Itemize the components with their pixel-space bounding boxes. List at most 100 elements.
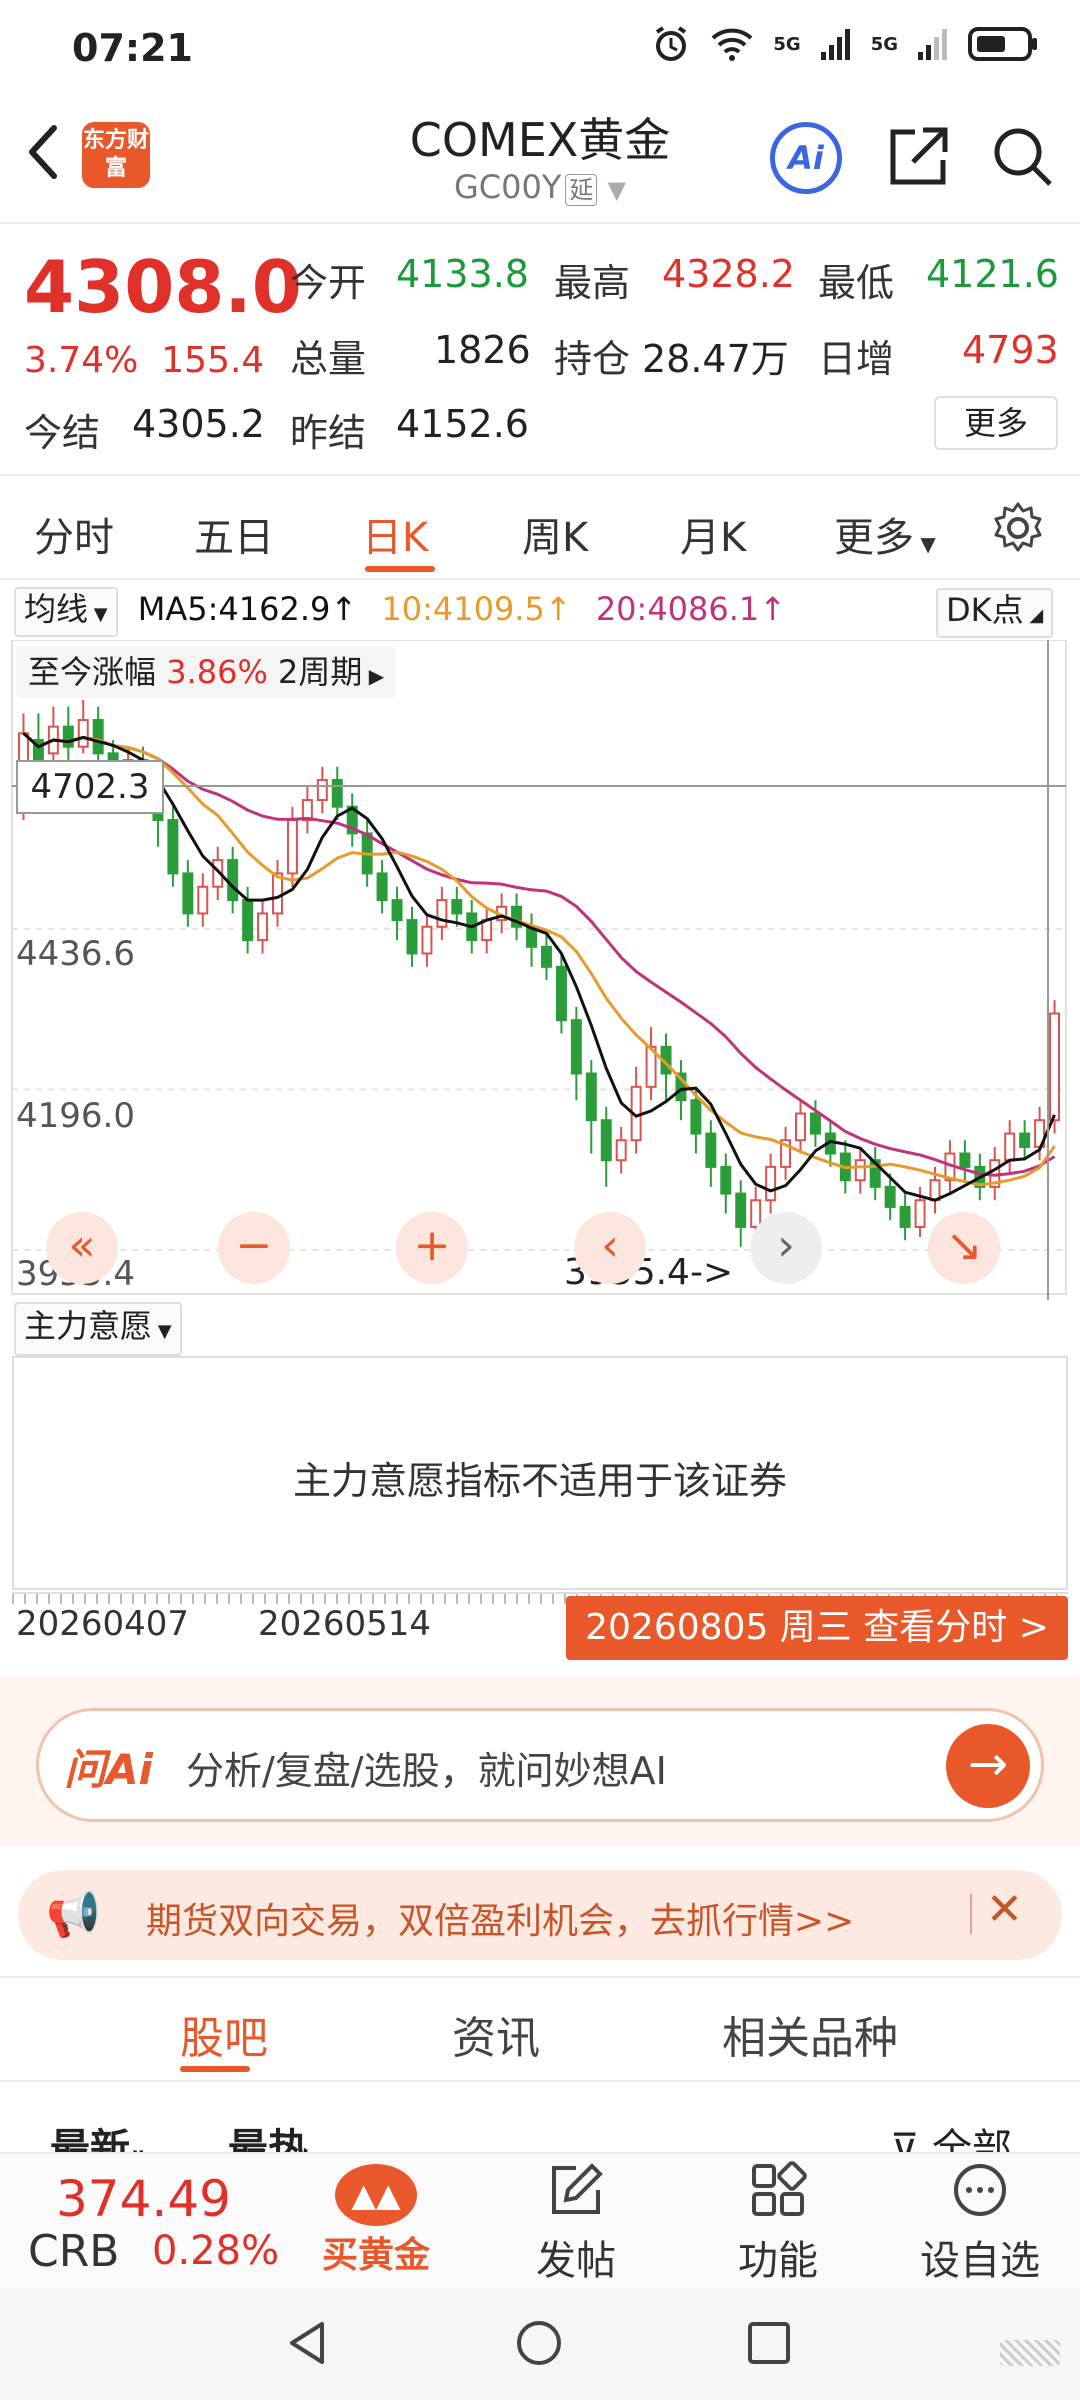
tab-daily-k[interactable]: 日K xyxy=(362,505,428,563)
crb-name[interactable]: CRB xyxy=(28,2226,119,2277)
home-circle-icon[interactable] xyxy=(514,2318,564,2368)
change-value: 155.4 xyxy=(161,340,265,381)
prev-settle-value: 4152.6 xyxy=(396,402,529,446)
candlestick-chart[interactable] xyxy=(0,640,1080,1300)
tab-more-label: 更多 xyxy=(834,515,914,561)
candle-body xyxy=(1019,1132,1031,1148)
zoom-out-button[interactable]: − xyxy=(218,1212,290,1284)
tab-news[interactable]: 资讯 xyxy=(452,2002,540,2066)
signal-5g-label: 5G xyxy=(773,33,801,55)
daily-add-value: 4793 xyxy=(962,328,1059,372)
ma20-line xyxy=(22,732,1056,1177)
candle-body xyxy=(167,819,179,875)
ma-selector[interactable]: 均线 ▼ xyxy=(14,587,118,637)
ma-row: 均线 ▼ MA5:4162.9↑ 10:4109.5↑ 20:4086.1↑ xyxy=(14,584,787,637)
back-triangle-icon[interactable] xyxy=(282,2318,332,2368)
view-intraday-badge[interactable]: 20260805 周三 查看分时 > xyxy=(566,1596,1068,1660)
candle-body xyxy=(257,912,269,942)
candle-body xyxy=(899,1205,911,1228)
section-divider xyxy=(0,1976,1080,1978)
crb-pct[interactable]: 0.28% xyxy=(152,2228,279,2274)
bottom-tab-underline xyxy=(180,2066,250,2072)
zoom-in-button[interactable]: + xyxy=(396,1212,468,1284)
candle-body xyxy=(242,899,254,942)
search-icon[interactable] xyxy=(990,124,1056,190)
contract-code-text: GC00Y xyxy=(453,168,562,206)
tab-guba[interactable]: 股吧 xyxy=(180,2002,268,2066)
tab-five-day[interactable]: 五日 xyxy=(194,505,274,563)
nav-post[interactable]: 发帖 xyxy=(506,2160,646,2286)
delay-tag: 延 xyxy=(565,174,598,206)
volume-value: 1826 xyxy=(434,328,531,372)
main-force-selector[interactable]: 主力意愿 ▼ xyxy=(14,1302,182,1356)
close-icon[interactable]: ✕ xyxy=(986,1884,1023,1935)
tab-related[interactable]: 相关品种 xyxy=(722,2002,898,2066)
candle-body xyxy=(615,1139,627,1162)
tab-monthly-k[interactable]: 月K xyxy=(680,505,746,563)
ma10-value: 10:4109.5↑ xyxy=(381,590,572,628)
ma10-line xyxy=(22,732,1056,1187)
settings-gear-icon[interactable] xyxy=(990,500,1046,556)
crb-value[interactable]: 374.49 xyxy=(56,2170,231,2228)
dk-label: DK点 xyxy=(946,591,1024,629)
ma20-value: 20:4086.1↑ xyxy=(595,590,787,628)
ai-placeholder: 分析/复盘/选股，就问妙想AI xyxy=(186,1749,667,1793)
corner-icon: ◢ xyxy=(1023,605,1044,626)
candle-body xyxy=(1049,1012,1061,1122)
tabs-divider xyxy=(0,578,1080,580)
main-force-label: 主力意愿 xyxy=(24,1307,153,1345)
bottom-tabs-divider xyxy=(0,2080,1080,2082)
nav-functions[interactable]: 功能 xyxy=(708,2160,848,2286)
candle-body xyxy=(272,872,283,915)
scroll-left-button[interactable]: ‹ xyxy=(574,1212,646,1284)
reset-button[interactable]: ↘ xyxy=(928,1212,1000,1284)
candle-body xyxy=(809,1112,821,1135)
change-pct: 3.74% xyxy=(24,340,139,381)
date-start: 20260407 xyxy=(16,1604,190,1644)
high-label: 最高 xyxy=(554,261,631,305)
candle-body xyxy=(406,919,418,955)
dk-point-selector[interactable]: DK点 ◢ xyxy=(936,588,1054,638)
chevron-down-icon: ▼ xyxy=(914,532,936,556)
tab-active-underline xyxy=(365,566,435,572)
alarm-icon xyxy=(656,26,687,61)
candle-body xyxy=(570,1019,582,1075)
ma5-line xyxy=(22,732,1056,1202)
tab-more[interactable]: 更多 ▼ xyxy=(834,505,936,563)
candle-body xyxy=(331,779,343,808)
chevron-right-icon: ▶ xyxy=(362,664,385,688)
nav-watchlist[interactable]: 设自选 xyxy=(910,2160,1050,2286)
tab-weekly-k[interactable]: 周K xyxy=(522,505,588,563)
promo-text[interactable]: 期货双向交易，双倍盈利机会，去抓行情>> xyxy=(146,1892,854,1944)
candle-body xyxy=(451,899,463,915)
gold-bars-icon: ▲▲ xyxy=(335,2164,417,2226)
scroll-right-button[interactable]: › xyxy=(750,1212,822,1284)
range-change-box[interactable]: 至今涨幅 3.86% 2周期 ▶ xyxy=(16,646,397,698)
candle-body xyxy=(1004,1132,1016,1162)
nav-post-label: 发帖 xyxy=(536,2238,616,2284)
settle-value: 4305.2 xyxy=(132,402,265,446)
recents-square-icon[interactable] xyxy=(746,2320,792,2366)
candle-body xyxy=(690,1099,702,1135)
high-value: 4328.2 xyxy=(662,252,795,296)
ai-button[interactable]: Ai xyxy=(770,122,842,194)
more-quote-button[interactable]: 更多 xyxy=(934,396,1058,450)
settle-label: 今结 xyxy=(24,411,101,455)
nav-buy-gold[interactable]: ▲▲ 买黄金 xyxy=(306,2164,446,2278)
candle-body xyxy=(77,719,89,748)
date-mid: 20260514 xyxy=(258,1604,432,1644)
status-icons: 5G 5G xyxy=(651,24,1040,64)
share-icon[interactable] xyxy=(885,124,951,190)
keyboard-hint xyxy=(1000,2340,1060,2366)
arrow-right-icon[interactable]: → xyxy=(946,1724,1030,1808)
low-value: 4121.6 xyxy=(926,252,1059,296)
candle-body xyxy=(436,899,448,928)
candle-body xyxy=(62,725,74,748)
battery-icon xyxy=(968,27,1037,61)
tab-intraday[interactable]: 分时 xyxy=(34,505,114,563)
scroll-left-fast-button[interactable]: « xyxy=(46,1212,118,1284)
candle-body xyxy=(600,1119,612,1162)
status-time: 07:21 xyxy=(72,26,193,70)
candle-body xyxy=(914,1199,926,1228)
grid-icon xyxy=(752,2161,807,2216)
